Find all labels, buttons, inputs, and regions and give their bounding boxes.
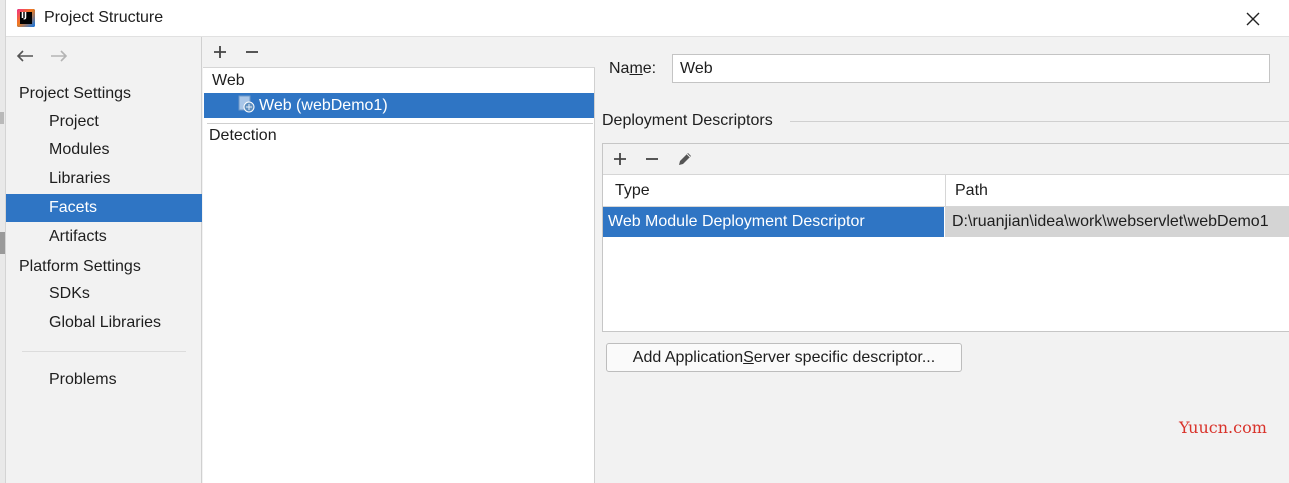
sidebar-divider <box>22 351 186 352</box>
sidebar-item-project[interactable]: Project <box>6 108 202 136</box>
button-label-mnemonic: S <box>743 348 754 366</box>
remove-facet-button[interactable] <box>241 41 263 63</box>
column-header-path[interactable]: Path <box>955 182 988 200</box>
intellij-idea-icon: IJ <box>17 9 35 27</box>
web-facet-icon <box>237 95 255 113</box>
app-icon-letters: IJ <box>21 11 27 20</box>
button-label-text: Add Application <box>632 348 744 366</box>
facets-tree-panel: Web Web (webDemo1) Detection <box>203 37 595 483</box>
descriptor-path-cell[interactable]: D:\ruanjian\idea\work\webservlet\webDemo… <box>945 207 1289 237</box>
name-label-mnemonic: m <box>629 60 643 77</box>
sidebar-item-sdks[interactable]: SDKs <box>6 280 202 308</box>
close-button[interactable] <box>1240 6 1266 32</box>
table-header: Type Path <box>603 175 1289 207</box>
deployment-descriptors-title: Deployment Descriptors <box>602 112 773 129</box>
sidebar-item-modules[interactable]: Modules <box>6 136 202 164</box>
add-descriptor-button[interactable] <box>609 148 631 170</box>
navigation-arrows <box>14 45 70 67</box>
table-row[interactable]: Web Module Deployment Descriptor D:\ruan… <box>603 207 1289 237</box>
edit-descriptor-button[interactable] <box>674 148 696 170</box>
add-facet-button[interactable] <box>209 41 231 63</box>
name-label-text: Na <box>609 60 630 77</box>
sidebar-item-facets[interactable]: Facets <box>6 194 202 222</box>
sidebar-item-libraries[interactable]: Libraries <box>6 165 202 193</box>
facet-details-panel: Name: Deployment Descriptors <box>596 37 1289 483</box>
tree-item-web-webdemo1[interactable]: Web (webDemo1) <box>204 93 594 118</box>
background-mark <box>0 112 4 124</box>
sidebar-header-platform-settings: Platform Settings <box>19 258 141 275</box>
descriptors-toolbar <box>603 144 1289 175</box>
project-structure-dialog: IJ Project Structure Project Settings Pr… <box>0 0 1289 483</box>
column-divider[interactable] <box>945 175 946 207</box>
background-mark <box>0 232 5 254</box>
column-header-type[interactable]: Type <box>615 182 650 200</box>
settings-sidebar: Project Settings Project Modules Librari… <box>6 37 202 483</box>
tree-group-web[interactable]: Web <box>203 68 595 93</box>
back-button[interactable] <box>14 45 36 67</box>
remove-descriptor-button[interactable] <box>641 148 663 170</box>
sidebar-header-project-settings: Project Settings <box>19 85 132 102</box>
arrow-left-icon <box>16 50 33 62</box>
name-label: Name: <box>609 60 656 78</box>
forward-button[interactable] <box>48 45 70 67</box>
sidebar-item-problems[interactable]: Problems <box>6 366 202 394</box>
deployment-descriptors-table: Type Path Web Module Deployment Descript… <box>602 143 1289 332</box>
arrow-right-icon <box>51 50 68 62</box>
watermark-text: Yuucn.com <box>1179 418 1267 437</box>
tree-item-label: Web (webDemo1) <box>259 97 388 114</box>
close-icon <box>1246 12 1260 26</box>
plus-icon <box>614 153 626 165</box>
section-divider <box>790 121 1289 122</box>
tree-group-detection[interactable]: Detection <box>203 123 595 148</box>
facets-toolbar <box>203 37 595 68</box>
sidebar-item-global-libraries[interactable]: Global Libraries <box>6 309 202 337</box>
window-title: Project Structure <box>44 9 164 26</box>
name-label-text: e: <box>642 60 657 77</box>
add-server-descriptor-button[interactable]: Add Application Server specific descript… <box>606 343 962 372</box>
sidebar-item-artifacts[interactable]: Artifacts <box>6 223 202 251</box>
title-bar: IJ Project Structure <box>6 0 1289 37</box>
descriptor-type-cell[interactable]: Web Module Deployment Descriptor <box>603 207 944 237</box>
facet-name-input[interactable] <box>672 54 1270 83</box>
pencil-icon <box>679 153 691 165</box>
minus-icon <box>646 158 658 160</box>
minus-icon <box>246 51 258 53</box>
plus-icon <box>214 46 226 58</box>
button-label-text: erver specific descriptor... <box>753 348 936 366</box>
